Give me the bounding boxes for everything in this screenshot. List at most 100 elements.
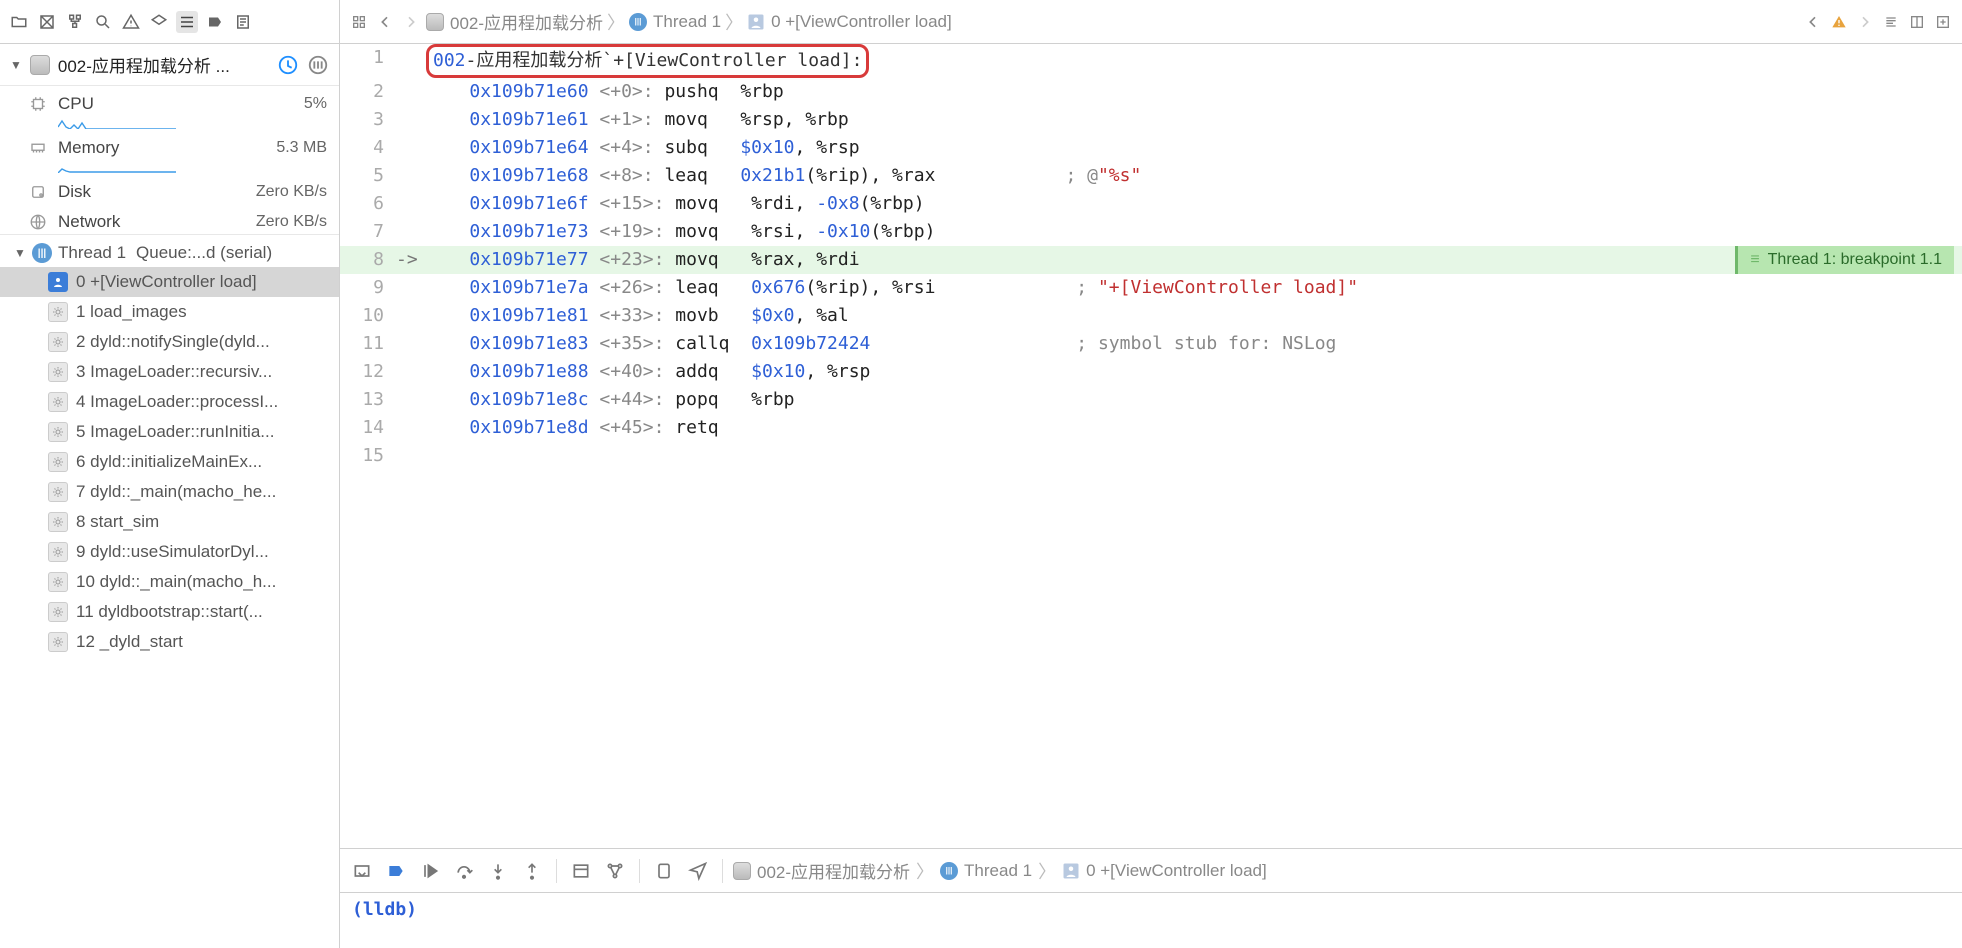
disassembly-editor[interactable]: 1 002-应用程加载分析`+[ViewController load]: 2 … xyxy=(340,44,1962,848)
instruction: 0x109b71e8c <+44>: popq %rbp xyxy=(426,386,1950,414)
thread-tree: ▼ ||| Thread 1 Queue:...d (serial) 0 +[V… xyxy=(0,235,339,948)
memory-gauge[interactable]: Memory 5.3 MB xyxy=(0,130,339,160)
step-out-icon[interactable] xyxy=(518,857,546,885)
location-icon[interactable] xyxy=(684,857,712,885)
debug-view-icon[interactable] xyxy=(567,857,595,885)
continue-icon[interactable] xyxy=(416,857,444,885)
frame-label: 10 dyld::_main(macho_h... xyxy=(76,572,276,592)
stack-frame-row[interactable]: 1 load_images xyxy=(0,297,339,327)
process-header[interactable]: ▼ 002-应用程加载分析 ... xyxy=(0,44,339,86)
jumpbar-seg-thread[interactable]: ||| Thread 1 xyxy=(629,12,721,32)
warning-icon[interactable] xyxy=(1828,11,1850,33)
stack-frame-row[interactable]: 7 dyld::_main(macho_he... xyxy=(0,477,339,507)
code-line: 4 0x109b71e64 <+4>: subq $0x10, %rsp xyxy=(340,134,1962,162)
line-number: 12 xyxy=(340,358,396,386)
frame-label: 5 ImageLoader::runInitia... xyxy=(76,422,274,442)
back-icon[interactable] xyxy=(1802,11,1824,33)
stack-frame-row[interactable]: 11 dyldbootstrap::start(... xyxy=(0,597,339,627)
line-number: 7 xyxy=(340,218,396,246)
cpu-gauge[interactable]: CPU 5% xyxy=(0,86,339,116)
stack-frame-row[interactable]: 6 dyld::initializeMainEx... xyxy=(0,447,339,477)
thread-icon: ||| xyxy=(629,13,647,31)
instruction: 0x109b71e77 <+23>: movq %rax, %rdi xyxy=(426,246,1950,274)
jump-bar: 002-应用程加载分析 〉 ||| Thread 1 〉 0 +[ViewCon… xyxy=(340,0,1962,44)
lldb-prompt: (lldb) xyxy=(352,899,417,920)
stack-frame-row[interactable]: 4 ImageLoader::processI... xyxy=(0,387,339,417)
jumpbar-seg-app[interactable]: 002-应用程加载分析 xyxy=(426,9,603,34)
system-frame-icon xyxy=(48,482,68,502)
debug-navigator-icon[interactable] xyxy=(176,11,198,33)
system-frame-icon xyxy=(48,452,68,472)
forward-icon[interactable] xyxy=(400,11,422,33)
system-frame-icon xyxy=(48,632,68,652)
instruction: 0x109b71e64 <+4>: subq $0x10, %rsp xyxy=(426,134,1950,162)
symbol-icon[interactable] xyxy=(64,11,86,33)
source-control-icon[interactable] xyxy=(36,11,58,33)
system-frame-icon xyxy=(48,572,68,592)
adjust-editor-icon[interactable] xyxy=(1906,11,1928,33)
code-line: 14 0x109b71e8d <+45>: retq xyxy=(340,414,1962,442)
stack-frame-row[interactable]: 10 dyld::_main(macho_h... xyxy=(0,567,339,597)
instruction: 0x109b71e6f <+15>: movq %rdi, -0x8(%rbp) xyxy=(426,190,1950,218)
step-over-icon[interactable] xyxy=(450,857,478,885)
minimap-icon[interactable] xyxy=(1880,11,1902,33)
test-icon[interactable] xyxy=(148,11,170,33)
code-line: 6 0x109b71e6f <+15>: movq %rdi, -0x8(%rb… xyxy=(340,190,1962,218)
search-icon[interactable] xyxy=(92,11,114,33)
user-frame-icon xyxy=(747,13,765,31)
cpu-value: 5% xyxy=(304,95,327,113)
system-frame-icon xyxy=(48,542,68,562)
stack-frame-row[interactable]: 9 dyld::useSimulatorDyl... xyxy=(0,537,339,567)
process-name: 002-应用程加载分析 ... xyxy=(58,52,269,77)
line-number: 6 xyxy=(340,190,396,218)
instruction: 0x109b71e73 <+19>: movq %rsi, -0x10(%rbp… xyxy=(426,218,1950,246)
instruction: 0x109b71e83 <+35>: callq 0x109b72424 ; s… xyxy=(426,330,1950,358)
pid-filter-icon[interactable] xyxy=(277,54,299,76)
frame-label: 1 load_images xyxy=(76,302,187,322)
stack-frame-row[interactable]: 2 dyld::notifySingle(dyld... xyxy=(0,327,339,357)
disk-icon xyxy=(28,182,48,202)
network-gauge[interactable]: Network Zero KB/s xyxy=(0,204,339,234)
breakpoints-toggle-icon[interactable] xyxy=(382,857,410,885)
disk-gauge[interactable]: Disk Zero KB/s xyxy=(0,174,339,204)
debugbar-seg-thread[interactable]: ||| Thread 1 xyxy=(940,861,1032,881)
disclosure-triangle-icon[interactable]: ▼ xyxy=(10,58,22,72)
line-number: 9 xyxy=(340,274,396,302)
thread-filter-icon[interactable] xyxy=(307,54,329,76)
frame-label: 3 ImageLoader::recursiv... xyxy=(76,362,272,382)
pc-indicator: -> xyxy=(396,246,426,274)
debugbar-seg-app[interactable]: 002-应用程加载分析 xyxy=(733,858,910,883)
thread-label: Thread 1 xyxy=(58,243,126,263)
breakpoint-icon[interactable] xyxy=(204,11,226,33)
frame-label: 7 dyld::_main(macho_he... xyxy=(76,482,276,502)
disclosure-triangle-icon[interactable]: ▼ xyxy=(14,246,26,260)
stack-frame-row[interactable]: 5 ImageLoader::runInitia... xyxy=(0,417,339,447)
memory-graph-icon[interactable] xyxy=(601,857,629,885)
thread-row[interactable]: ▼ ||| Thread 1 Queue:...d (serial) xyxy=(0,239,339,267)
hide-debug-icon[interactable] xyxy=(348,857,376,885)
cpu-icon xyxy=(28,94,48,114)
code-line: 13 0x109b71e8c <+44>: popq %rbp xyxy=(340,386,1962,414)
cpu-sparkline xyxy=(0,116,339,130)
cpu-label: CPU xyxy=(58,94,294,114)
stack-frame-row[interactable]: 3 ImageLoader::recursiv... xyxy=(0,357,339,387)
step-into-icon[interactable] xyxy=(484,857,512,885)
console[interactable]: (lldb) xyxy=(340,892,1962,948)
environment-overrides-icon[interactable] xyxy=(650,857,678,885)
back-icon[interactable] xyxy=(374,11,396,33)
report-icon[interactable] xyxy=(232,11,254,33)
related-items-icon[interactable] xyxy=(348,11,370,33)
breakpoint-annotation[interactable]: ≡Thread 1: breakpoint 1.1 xyxy=(1735,246,1954,274)
warning-icon[interactable] xyxy=(120,11,142,33)
stack-frame-row[interactable]: 8 start_sim xyxy=(0,507,339,537)
stack-frame-row[interactable]: 12 _dyld_start xyxy=(0,627,339,657)
line-number: 4 xyxy=(340,134,396,162)
jumpbar-seg-frame[interactable]: 0 +[ViewController load] xyxy=(747,12,952,32)
debugbar-seg-frame[interactable]: 0 +[ViewController load] xyxy=(1062,861,1267,881)
forward-icon[interactable] xyxy=(1854,11,1876,33)
stack-frame-row[interactable]: 0 +[ViewController load] xyxy=(0,267,339,297)
add-editor-icon[interactable] xyxy=(1932,11,1954,33)
folder-icon[interactable] xyxy=(8,11,30,33)
disk-label: Disk xyxy=(58,182,246,202)
line-number: 13 xyxy=(340,386,396,414)
